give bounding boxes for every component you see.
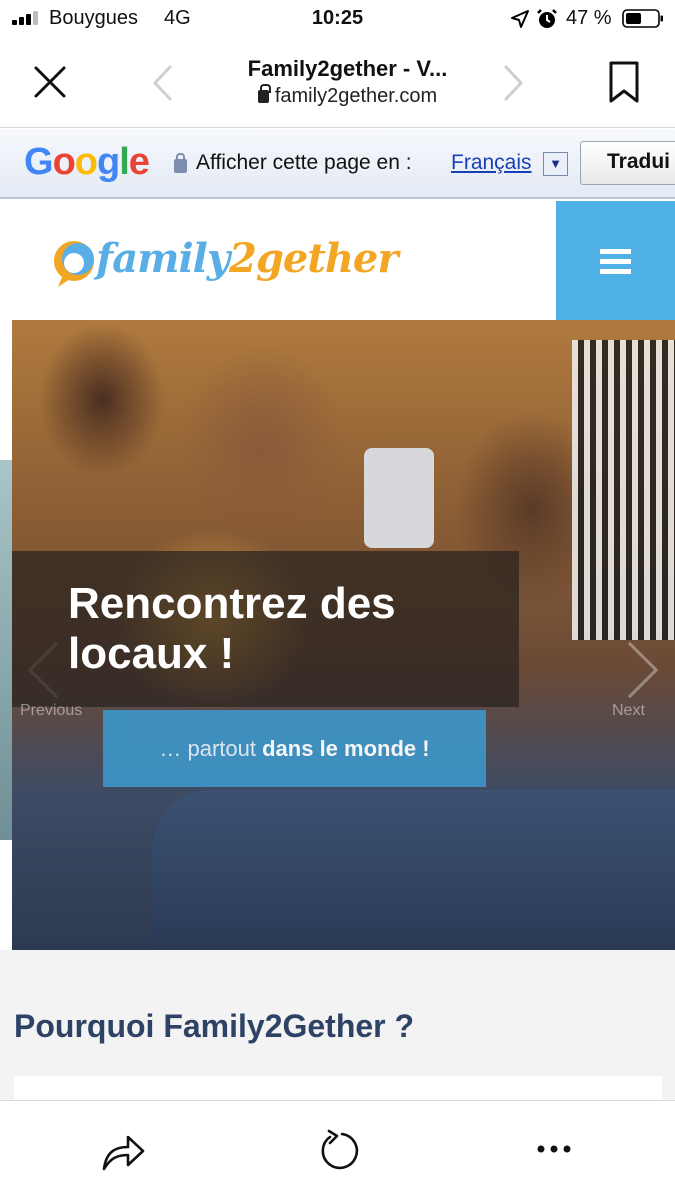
- hero-foreground-detail: [152, 790, 675, 950]
- close-icon[interactable]: [32, 64, 68, 100]
- lock-icon: [174, 153, 187, 173]
- reload-icon[interactable]: [316, 1129, 360, 1173]
- brand-name-part2: 2gether: [229, 235, 398, 282]
- google-translate-bar: Google Afficher cette page en : Français…: [0, 129, 675, 199]
- lock-icon: [257, 84, 271, 103]
- battery-percent: 47 %: [566, 7, 612, 29]
- hero-subtitle-button[interactable]: … partout dans le monde !: [103, 710, 486, 787]
- location-icon: [511, 10, 529, 28]
- browser-nav-bar: Family2gether - V... family2gether.com: [0, 38, 675, 128]
- language-link[interactable]: Français: [451, 151, 532, 175]
- back-icon[interactable]: [150, 64, 176, 102]
- next-label[interactable]: Next: [612, 702, 645, 720]
- section-title: Pourquoi Family2Gether ?: [14, 1008, 415, 1044]
- battery-icon: [622, 9, 663, 28]
- left-edge-strip: [0, 460, 12, 840]
- why-section: Pourquoi Family2Gether ?: [0, 950, 675, 1106]
- brand-name-part1: family: [96, 235, 230, 282]
- hero-background-detail: [572, 340, 675, 640]
- browser-bottom-toolbar: [0, 1100, 675, 1200]
- page-url[interactable]: family2gether.com: [195, 84, 500, 108]
- site-header: family2gether: [0, 201, 675, 320]
- translate-button[interactable]: Tradui: [580, 141, 675, 185]
- status-bar: Bouygues 4G 10:25 47 %: [0, 0, 675, 38]
- hero-caption: Rencontrez des locaux !: [68, 579, 396, 678]
- url-text: family2gether.com: [274, 85, 438, 107]
- previous-label[interactable]: Previous: [20, 702, 82, 720]
- alarm-icon: [537, 9, 557, 28]
- language-dropdown-icon[interactable]: ▼: [543, 152, 568, 176]
- subtitle-strong: dans le monde !: [262, 736, 430, 761]
- hero-slider: Rencontrez des locaux ! Previous Next … …: [12, 320, 675, 950]
- subtitle-light: … partout: [159, 736, 263, 761]
- share-icon[interactable]: [100, 1129, 146, 1173]
- translate-label: Afficher cette page en :: [196, 151, 412, 174]
- google-logo: Google: [24, 141, 150, 183]
- forward-icon[interactable]: [500, 64, 526, 102]
- hero-phone-image: [364, 448, 434, 548]
- bookmark-icon[interactable]: [608, 60, 640, 104]
- next-arrow-icon[interactable]: [601, 641, 659, 699]
- more-icon[interactable]: [536, 1139, 572, 1159]
- hero-caption-box: Rencontrez des locaux !: [12, 551, 519, 707]
- hamburger-menu-button[interactable]: [556, 201, 675, 320]
- brand-name[interactable]: family2gether: [96, 235, 398, 282]
- page-title: Family2gether - V...: [247, 56, 448, 81]
